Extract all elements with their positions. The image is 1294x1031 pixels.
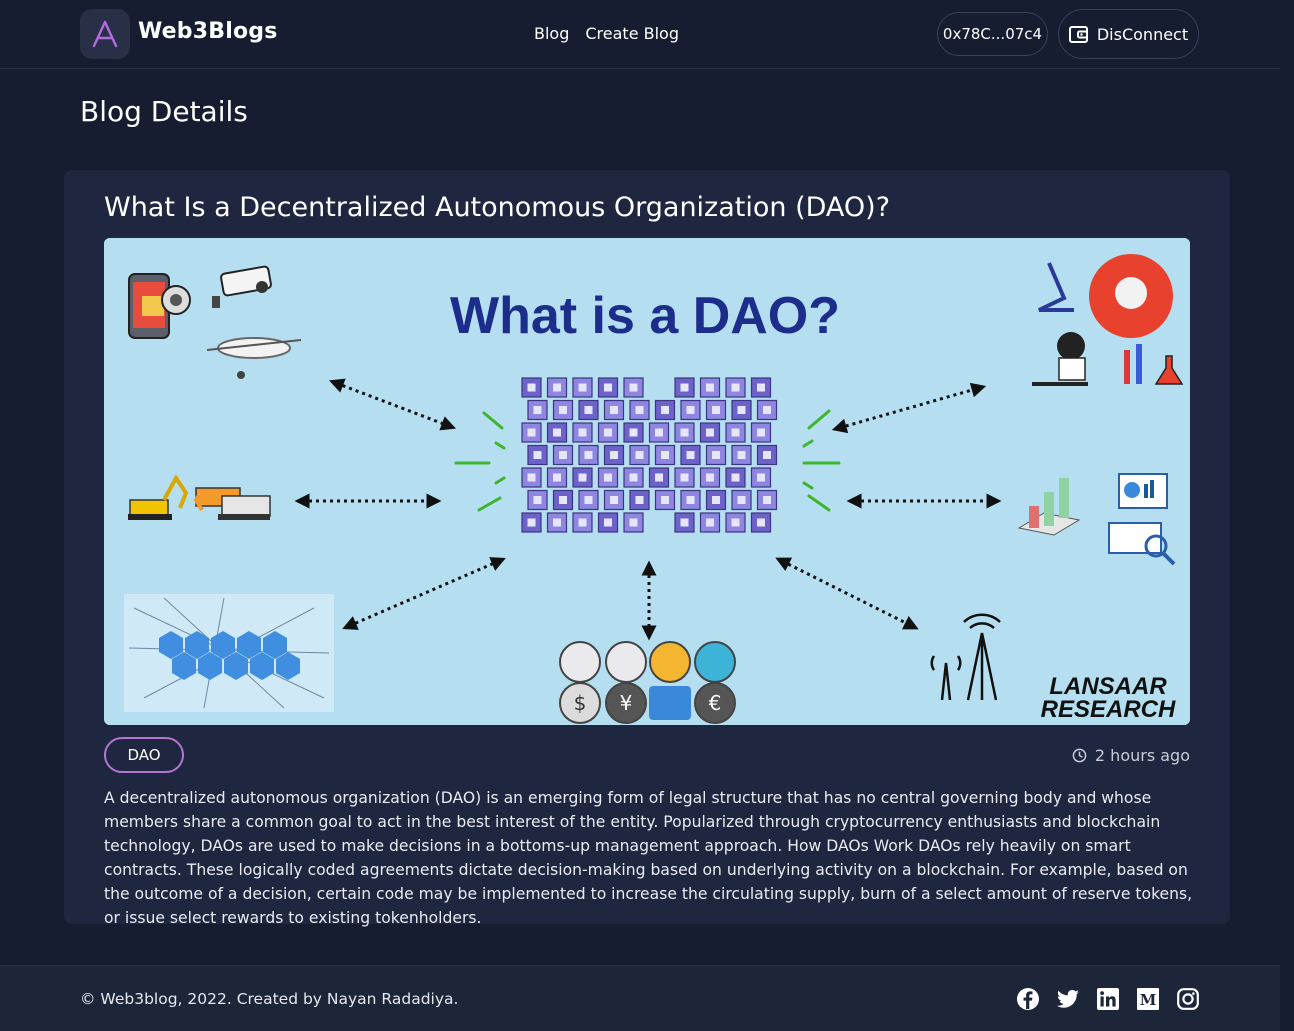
brand-name[interactable]: Web3Blogs	[138, 19, 278, 44]
post-cover-image: What is a DAO? $ ¥ € LANSAAR RESEARCH	[104, 238, 1190, 725]
network-map-illustration	[124, 594, 334, 712]
blockchain-grid-illustration	[521, 377, 778, 533]
svg-text:¥: ¥	[620, 691, 633, 715]
medium-icon[interactable]: M	[1136, 987, 1160, 1011]
wallet-icon	[1068, 25, 1088, 43]
page-title: Blog Details	[80, 95, 248, 128]
post-body: A decentralized autonomous organization …	[104, 789, 1193, 927]
top-navbar: Web3Blogs Blog Create Blog 0x78C...07c4 …	[0, 0, 1280, 69]
social-links: M	[1016, 987, 1200, 1011]
nav-blog-link[interactable]: Blog	[534, 24, 569, 43]
main-nav: Blog Create Blog	[534, 24, 679, 43]
clock-icon	[1072, 748, 1087, 763]
svg-text:$: $	[574, 691, 587, 715]
post-timestamp: 2 hours ago	[1072, 746, 1190, 765]
instagram-icon[interactable]	[1176, 987, 1200, 1011]
image-headline: What is a DAO?	[450, 287, 840, 345]
facebook-icon[interactable]	[1016, 987, 1040, 1011]
linkedin-icon[interactable]	[1096, 987, 1120, 1011]
nav-create-blog-link[interactable]: Create Blog	[585, 24, 679, 43]
footer: © Web3blog, 2022. Created by Nayan Radad…	[0, 965, 1280, 1031]
blog-detail-card: What Is a Decentralized Autonomous Organ…	[64, 170, 1230, 927]
twitter-icon[interactable]	[1056, 987, 1080, 1011]
disconnect-label: DisConnect	[1096, 24, 1189, 44]
disconnect-button[interactable]: DisConnect	[1058, 9, 1199, 59]
logo-icon	[92, 20, 118, 48]
copyright-text: © Web3blog, 2022. Created by Nayan Radad…	[80, 990, 459, 1008]
svg-text:€: €	[709, 691, 722, 715]
post-title: What Is a Decentralized Autonomous Organ…	[104, 192, 891, 223]
image-brand-line2: RESEARCH	[1041, 696, 1176, 723]
time-ago-label: 2 hours ago	[1094, 746, 1190, 765]
logo[interactable]	[80, 9, 130, 59]
wallet-address-button[interactable]: 0x78C...07c4	[937, 12, 1048, 56]
svg-text:M: M	[1140, 991, 1157, 1009]
category-tag[interactable]: DAO	[104, 737, 184, 773]
